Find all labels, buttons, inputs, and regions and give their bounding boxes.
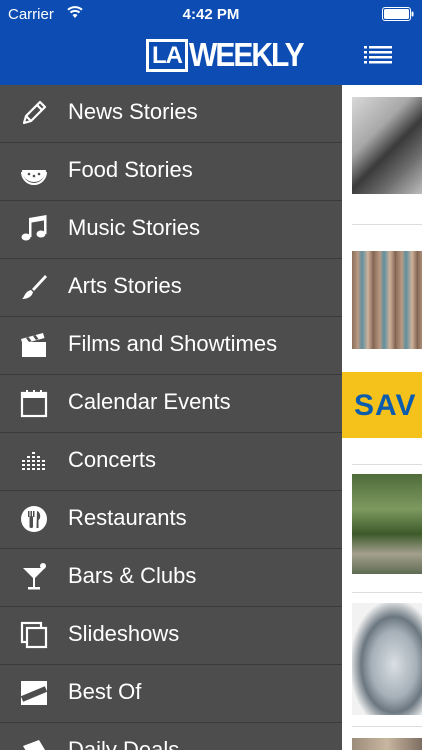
pencil-icon (19, 98, 49, 128)
menu-item-label: Food Stories (68, 157, 193, 182)
divider (352, 592, 422, 593)
status-time: 4:42 PM (182, 6, 240, 23)
article-thumbnail[interactable] (352, 474, 422, 574)
ad-banner[interactable]: SAV (342, 372, 422, 438)
clapperboard-icon (19, 330, 49, 360)
la-weekly-logo: LA WEEKLY (146, 36, 305, 74)
menu-item-news-stories[interactable]: News Stories (0, 85, 342, 143)
menu-item-label: Bars & Clubs (68, 563, 197, 588)
deals-icon (19, 736, 49, 750)
menu-item-best-of[interactable]: Best Of (0, 665, 342, 723)
menu-item-label: Calendar Events (68, 389, 231, 414)
menu-list: News Stories Food Stories Music Stories (0, 85, 342, 750)
divider (352, 224, 422, 225)
menu-item-films[interactable]: Films and Showtimes (0, 317, 342, 375)
article-thumbnail[interactable] (352, 738, 422, 750)
music-note-icon (19, 214, 49, 244)
divider (352, 464, 422, 465)
divider (352, 726, 422, 727)
menu-item-arts-stories[interactable]: Arts Stories (0, 259, 342, 317)
menu-item-label: Best Of (68, 679, 142, 704)
menu-item-label: Concerts (68, 447, 157, 472)
article-thumbnail[interactable] (352, 97, 422, 194)
cocktail-icon (19, 562, 49, 592)
menu-item-label: Daily Deals (68, 737, 180, 750)
list-menu-icon[interactable] (364, 44, 392, 66)
menu-item-food-stories[interactable]: Food Stories (0, 143, 342, 201)
ad-banner-text: SAV (354, 389, 417, 422)
content-panel[interactable]: SAV (342, 0, 422, 750)
slideshow-icon (19, 620, 49, 650)
menu-item-restaurants[interactable]: Restaurants (0, 491, 342, 549)
paintbrush-icon (19, 272, 49, 302)
menu-item-concerts[interactable]: Concerts (0, 433, 342, 491)
battery-icon (382, 7, 414, 21)
side-menu: LA WEEKLY News Stories Food Stories Musi… (0, 0, 342, 750)
menu-item-label: Arts Stories (68, 273, 182, 298)
menu-item-bars-clubs[interactable]: Bars & Clubs (0, 549, 342, 607)
best-of-icon (19, 678, 49, 708)
menu-item-slideshows[interactable]: Slideshows (0, 607, 342, 665)
article-thumbnail[interactable] (352, 251, 422, 349)
menu-item-label: Films and Showtimes (68, 331, 278, 356)
menu-item-calendar-events[interactable]: Calendar Events (0, 375, 342, 433)
article-thumbnail[interactable] (352, 603, 422, 715)
calendar-icon (19, 388, 49, 418)
menu-item-music-stories[interactable]: Music Stories (0, 201, 342, 259)
fork-knife-icon (19, 504, 49, 534)
logo-la: LA (146, 39, 188, 72)
menu-item-label: News Stories (68, 99, 198, 124)
menu-item-label: Restaurants (68, 505, 187, 530)
logo-weekly: WEEKLY (189, 36, 305, 74)
menu-item-label: Slideshows (68, 621, 180, 646)
status-bar: Carrier 4:42 PM (0, 0, 422, 30)
menu-item-daily-deals[interactable]: Daily Deals (0, 723, 342, 750)
menu-item-label: Music Stories (68, 215, 201, 240)
watermelon-icon (19, 156, 49, 186)
equalizer-icon (19, 446, 49, 476)
